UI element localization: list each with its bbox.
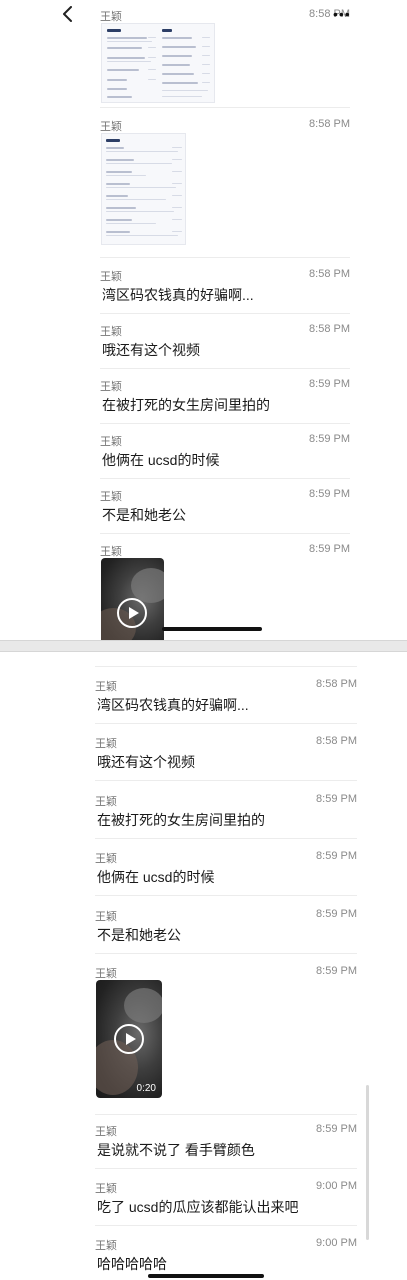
message-item: 王颖 8:59 PM 0:20	[95, 965, 357, 1115]
message-text: 他俩在 ucsd的时候	[102, 452, 220, 468]
message-item: 王颖 8:58 PM 哦还有这个视频	[100, 323, 350, 369]
message-time: 8:59 PM	[309, 378, 350, 390]
message-item: 王颖 8:59 PM 不是和她老公	[95, 908, 357, 956]
play-icon[interactable]	[114, 1024, 144, 1054]
message-sender: 王颖	[100, 11, 122, 23]
message-sender: 王颖	[95, 796, 117, 808]
divider	[95, 780, 357, 781]
message-sender: 王颖	[100, 121, 122, 133]
message-time: 8:59 PM	[316, 1123, 357, 1135]
message-item: 王颖 8:58 PM 湾区码农钱真的好骗啊...	[95, 678, 357, 726]
document-image[interactable]	[101, 23, 215, 103]
message-time: 8:59 PM	[316, 850, 357, 862]
message-sender: 王颖	[100, 381, 122, 393]
message-time: 8:59 PM	[309, 433, 350, 445]
message-time: 9:00 PM	[316, 1237, 357, 1249]
message-text: 他俩在 ucsd的时候	[97, 869, 215, 885]
document-image[interactable]	[101, 133, 186, 245]
video-thumbnail[interactable]	[101, 558, 164, 640]
chevron-left-icon	[63, 6, 72, 22]
scrollbar[interactable]	[366, 1085, 369, 1240]
message-item: 王颖 8:59 PM 不是和她老公	[100, 488, 350, 534]
message-text: 不是和她老公	[102, 507, 186, 523]
message-text: 吃了 ucsd的瓜应该都能认出来吧	[97, 1199, 299, 1215]
message-text: 哦还有这个视频	[97, 754, 195, 770]
message-sender: 王颖	[100, 546, 122, 558]
message-text: 是说就不说了 看手臂颜色	[97, 1142, 255, 1158]
message-sender: 王颖	[95, 681, 117, 693]
message-item: 王颖 8:58 PM	[100, 8, 350, 108]
divider	[95, 1168, 357, 1169]
video-duration: 0:20	[136, 1083, 156, 1094]
message-text: 哈哈哈哈哈	[97, 1256, 167, 1272]
divider	[95, 1114, 357, 1115]
message-item: 王颖 9:00 PM 吃了 ucsd的瓜应该都能认出来吧	[95, 1180, 357, 1228]
message-sender: 王颖	[95, 1240, 117, 1252]
message-sender: 王颖	[100, 436, 122, 448]
divider	[95, 895, 357, 896]
message-text: 不是和她老公	[97, 927, 181, 943]
divider	[100, 368, 350, 369]
message-time: 8:58 PM	[316, 678, 357, 690]
message-item: 王颖 8:58 PM 湾区码农钱真的好骗啊...	[100, 268, 350, 314]
message-item: 王颖 8:59 PM 是说就不说了 看手臂颜色	[95, 1123, 357, 1171]
message-item: 王颖 8:58 PM 哦还有这个视频	[95, 735, 357, 783]
message-item: 王颖 8:59 PM 在被打死的女生房间里拍的	[100, 378, 350, 424]
message-time: 8:59 PM	[309, 488, 350, 500]
divider	[95, 666, 357, 667]
home-indicator	[162, 627, 262, 631]
divider	[100, 478, 350, 479]
home-indicator	[148, 1274, 264, 1278]
message-item: 王颖 8:59 PM 他俩在 ucsd的时候	[100, 433, 350, 479]
message-time: 8:59 PM	[316, 965, 357, 977]
video-thumbnail[interactable]: 0:20	[96, 980, 162, 1098]
message-time: 8:58 PM	[309, 323, 350, 335]
message-sender: 王颖	[100, 326, 122, 338]
back-button[interactable]	[60, 6, 76, 22]
divider	[95, 1225, 357, 1226]
divider	[100, 107, 350, 108]
message-item: 王颖 8:58 PM	[100, 118, 350, 258]
message-time: 8:58 PM	[316, 735, 357, 747]
message-time: 9:00 PM	[316, 1180, 357, 1192]
message-text: 哦还有这个视频	[102, 342, 200, 358]
message-time: 8:59 PM	[309, 543, 350, 555]
chat-panel-top: 王颖 8:58 PM ••• 王颖 8:58 PM 王颖 8:58 PM 湾区码…	[0, 0, 407, 640]
message-item: 王颖 8:59 PM 在被打死的女生房间里拍的	[95, 793, 357, 841]
message-item: 王颖 8:59 PM 他俩在 ucsd的时候	[95, 850, 357, 898]
message-text: 湾区码农钱真的好骗啊...	[97, 697, 249, 713]
message-time: 8:59 PM	[316, 908, 357, 920]
message-time: 8:58 PM	[309, 118, 350, 130]
divider	[95, 838, 357, 839]
message-sender: 王颖	[100, 271, 122, 283]
divider	[100, 313, 350, 314]
more-dots-icon[interactable]: •••	[333, 7, 351, 21]
message-text: 湾区码农钱真的好骗啊...	[102, 287, 254, 303]
message-sender: 王颖	[95, 911, 117, 923]
message-text: 在被打死的女生房间里拍的	[102, 397, 270, 413]
message-text: 在被打死的女生房间里拍的	[97, 812, 265, 828]
screenshot-separator	[0, 640, 407, 652]
divider	[95, 723, 357, 724]
message-sender: 王颖	[95, 1183, 117, 1195]
message-time: 8:58 PM	[309, 268, 350, 280]
chat-panel-bottom: 王颖 8:58 PM 湾区码农钱真的好骗啊... 王颖 8:58 PM 哦还有这…	[0, 652, 407, 1280]
message-sender: 王颖	[95, 853, 117, 865]
message-sender: 王颖	[100, 491, 122, 503]
message-sender: 王颖	[95, 738, 117, 750]
message-item: 王颖 9:00 PM 哈哈哈哈哈	[95, 1237, 357, 1277]
divider	[95, 953, 357, 954]
divider	[100, 533, 350, 534]
divider	[100, 423, 350, 424]
message-sender: 王颖	[95, 968, 117, 980]
play-icon[interactable]	[117, 598, 147, 628]
divider	[100, 257, 350, 258]
message-time: 8:59 PM	[316, 793, 357, 805]
message-item: 王颖 8:59 PM	[100, 543, 350, 640]
message-sender: 王颖	[95, 1126, 117, 1138]
